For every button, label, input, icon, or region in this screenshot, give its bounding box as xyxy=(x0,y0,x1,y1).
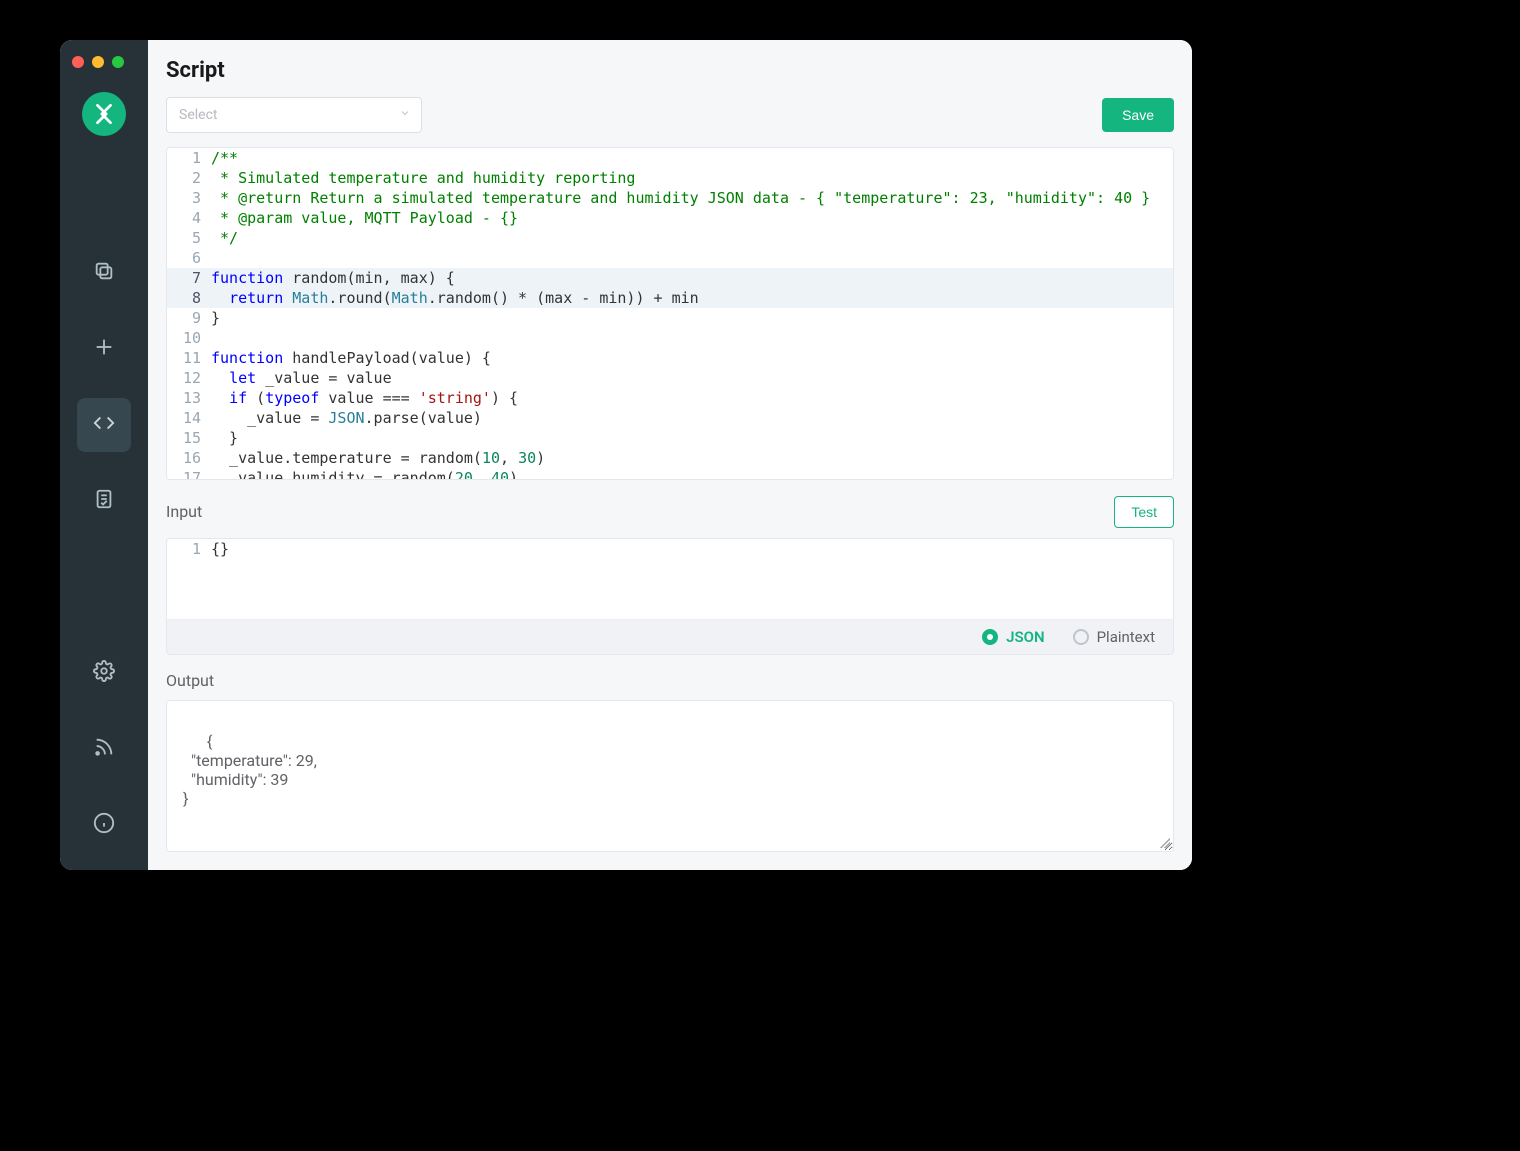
line-number: 14 xyxy=(167,408,211,428)
save-button[interactable]: Save xyxy=(1102,98,1174,132)
code-icon xyxy=(93,412,115,438)
page-title: Script xyxy=(166,58,1174,83)
line-number: 13 xyxy=(167,388,211,408)
code-line[interactable]: 1{} xyxy=(167,539,1173,559)
line-number: 15 xyxy=(167,428,211,448)
code-text: } xyxy=(211,428,250,448)
code-line[interactable]: 3 * @return Return a simulated temperatu… xyxy=(167,188,1173,208)
radio-label: Plaintext xyxy=(1097,628,1155,646)
test-button[interactable]: Test xyxy=(1114,496,1174,528)
code-text: /** xyxy=(211,148,250,168)
code-text: let _value = value xyxy=(211,368,404,388)
code-line[interactable]: 11function handlePayload(value) { xyxy=(167,348,1173,368)
output-text: { "temperature": 29, "humidity": 39 } xyxy=(183,732,317,808)
code-text: _value.temperature = random(10, 30) xyxy=(211,448,557,468)
code-line[interactable]: 13 if (typeof value === 'string') { xyxy=(167,388,1173,408)
code-text: * Simulated temperature and humidity rep… xyxy=(211,168,647,188)
main-content: Script Select Save 1/**2 * Simulated tem… xyxy=(148,40,1192,870)
radio-label: JSON xyxy=(1006,628,1044,646)
code-text xyxy=(211,248,223,268)
code-text: function random(min, max) { xyxy=(211,268,467,288)
code-text: */ xyxy=(211,228,250,248)
sidebar-item-feed[interactable] xyxy=(77,722,131,776)
zoom-icon[interactable] xyxy=(112,56,124,68)
sidebar-item-connections[interactable] xyxy=(77,246,131,300)
code-text: {} xyxy=(211,539,241,559)
line-number: 1 xyxy=(167,539,211,559)
line-number: 12 xyxy=(167,368,211,388)
code-text: _value = JSON.parse(value) xyxy=(211,408,494,428)
gear-icon xyxy=(93,660,115,686)
line-number: 4 xyxy=(167,208,211,228)
code-line[interactable]: 12 let _value = value xyxy=(167,368,1173,388)
minimize-icon[interactable] xyxy=(92,56,104,68)
file-check-icon xyxy=(93,488,115,514)
sidebar-item-settings[interactable] xyxy=(77,646,131,700)
resize-handle[interactable] xyxy=(1160,838,1170,848)
code-line[interactable]: 5 */ xyxy=(167,228,1173,248)
format-radio-plaintext[interactable]: Plaintext xyxy=(1073,628,1155,646)
line-number: 8 xyxy=(167,288,211,308)
input-label: Input xyxy=(166,502,202,521)
code-line[interactable]: 7function random(min, max) { xyxy=(167,268,1173,288)
input-section-header: Input Test xyxy=(166,496,1174,528)
code-line[interactable]: 14 _value = JSON.parse(value) xyxy=(167,408,1173,428)
chevron-down-icon xyxy=(399,107,411,123)
line-number: 16 xyxy=(167,448,211,468)
code-text: } xyxy=(211,308,232,328)
sidebar-item-log[interactable] xyxy=(77,474,131,528)
output-label: Output xyxy=(166,671,214,690)
code-line[interactable]: 4 * @param value, MQTT Payload - {} xyxy=(167,208,1173,228)
line-number: 17 xyxy=(167,468,211,480)
plus-icon xyxy=(93,336,115,362)
sidebar-item-about[interactable] xyxy=(77,798,131,852)
radio-dot-icon xyxy=(1073,629,1089,645)
code-text xyxy=(211,328,223,348)
line-number: 7 xyxy=(167,268,211,288)
code-line[interactable]: 6 xyxy=(167,248,1173,268)
code-line[interactable]: 8 return Math.round(Math.random() * (max… xyxy=(167,288,1173,308)
app-logo[interactable] xyxy=(82,92,126,136)
line-number: 11 xyxy=(167,348,211,368)
copy-icon xyxy=(93,260,115,286)
code-line[interactable]: 17 _value.humidity = random(20, 40) xyxy=(167,468,1173,480)
sidebar-item-new[interactable] xyxy=(77,322,131,376)
line-number: 1 xyxy=(167,148,211,168)
sidebar-item-script[interactable] xyxy=(77,398,131,452)
input-editor[interactable]: 1{} xyxy=(166,538,1174,619)
toolbar: Select Save xyxy=(166,97,1174,133)
line-number: 9 xyxy=(167,308,211,328)
script-select[interactable]: Select xyxy=(166,97,422,133)
info-icon xyxy=(93,812,115,838)
sidebar xyxy=(60,40,148,870)
line-number: 10 xyxy=(167,328,211,348)
line-number: 6 xyxy=(167,248,211,268)
line-number: 5 xyxy=(167,228,211,248)
window-controls xyxy=(72,56,124,68)
code-line[interactable]: 1/** xyxy=(167,148,1173,168)
code-line[interactable]: 16 _value.temperature = random(10, 30) xyxy=(167,448,1173,468)
code-line[interactable]: 9} xyxy=(167,308,1173,328)
script-editor[interactable]: 1/**2 * Simulated temperature and humidi… xyxy=(166,147,1174,480)
output-section-header: Output xyxy=(166,671,1174,690)
code-text: if (typeof value === 'string') { xyxy=(211,388,530,408)
rss-icon xyxy=(93,736,115,762)
select-placeholder: Select xyxy=(179,107,217,123)
close-icon[interactable] xyxy=(72,56,84,68)
code-line[interactable]: 10 xyxy=(167,328,1173,348)
code-text: return Math.round(Math.random() * (max -… xyxy=(211,288,711,308)
radio-dot-icon xyxy=(982,629,998,645)
format-radio-json[interactable]: JSON xyxy=(982,628,1044,646)
code-text: * @return Return a simulated temperature… xyxy=(211,188,1162,208)
code-text: * @param value, MQTT Payload - {} xyxy=(211,208,530,228)
app-window: Script Select Save 1/**2 * Simulated tem… xyxy=(60,40,1192,870)
code-text: _value.humidity = random(20, 40) xyxy=(211,468,530,480)
code-text: function handlePayload(value) { xyxy=(211,348,503,368)
line-number: 3 xyxy=(167,188,211,208)
line-number: 2 xyxy=(167,168,211,188)
input-format-bar: JSON Plaintext xyxy=(166,619,1174,655)
code-line[interactable]: 2 * Simulated temperature and humidity r… xyxy=(167,168,1173,188)
output-box[interactable]: { "temperature": 29, "humidity": 39 } xyxy=(166,700,1174,852)
code-line[interactable]: 15 } xyxy=(167,428,1173,448)
